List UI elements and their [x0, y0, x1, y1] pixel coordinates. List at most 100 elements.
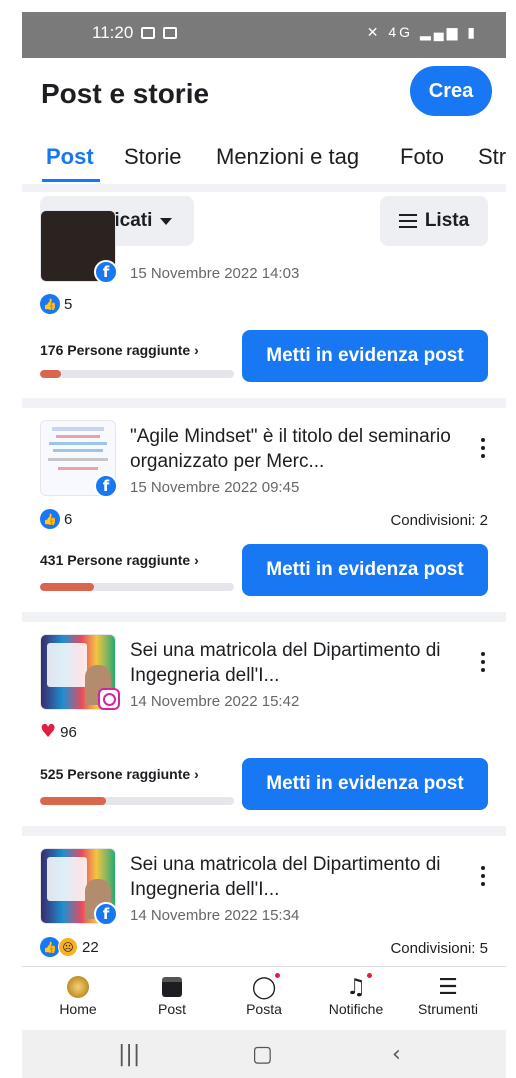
list-icon — [398, 214, 417, 228]
battery-icon: ▮ — [467, 24, 478, 40]
nav-home-label: Home — [59, 1001, 97, 1017]
post-card[interactable]: f "Agile Mindset" è il titolo del semina… — [22, 408, 506, 612]
list-view-button[interactable]: Lista — [380, 196, 488, 246]
boost-post-button[interactable]: Metti in evidenza post — [242, 758, 488, 810]
gallery-notification-icon — [141, 27, 156, 39]
reaction-count: 96 — [60, 723, 77, 741]
page-title: Post e storie — [41, 78, 210, 109]
status-icons: ✕ 4G ▂▄▆ ▮ — [367, 24, 478, 41]
bottom-navigation: Home Post ◯ Posta ♫ Notifiche ☰ Strument… — [22, 966, 506, 1028]
screen: 11:20 ✕ 4G ▂▄▆ ▮ Post e storie Crea Post… — [0, 0, 516, 1078]
chevron-right-icon: › — [194, 552, 199, 568]
reach-label: 176 Persone raggiunte — [40, 342, 191, 358]
back-icon[interactable]: ‹ — [392, 1042, 401, 1067]
home-system-icon[interactable]: ▢ — [252, 1042, 273, 1067]
reactions: ♥ 96 — [40, 723, 77, 741]
list-view-label: Lista — [424, 210, 470, 231]
reach-progress — [40, 583, 234, 591]
network-icon: 4G — [388, 24, 414, 40]
reach-label: 431 Persone raggiunte — [40, 552, 191, 568]
post-date: 15 Novembre 2022 09:45 — [130, 479, 300, 496]
menu-icon: ☰ — [438, 974, 458, 1000]
app-content: Post e storie Crea Post Storie Menzioni … — [22, 58, 506, 1034]
nav-home[interactable]: Home — [38, 973, 118, 1017]
reach-progress — [40, 797, 234, 805]
tab-post[interactable]: Post — [46, 144, 94, 170]
post-title[interactable]: Sei una matricola del Dipartimento di In… — [130, 852, 460, 902]
post-date: 14 Novembre 2022 15:42 — [130, 693, 300, 710]
like-icon: 👍 — [40, 937, 60, 957]
boost-post-button[interactable]: Metti in evidenza post — [242, 544, 488, 596]
chat-bubble-icon: ◯ — [224, 973, 304, 1001]
nav-inbox-label: Posta — [246, 1001, 282, 1017]
nav-notifications[interactable]: ♫ Notifiche — [316, 973, 396, 1017]
like-icon: 👍 — [40, 294, 60, 314]
recent-apps-icon[interactable]: ||| — [118, 1042, 140, 1067]
reactions: 👍 6 — [40, 509, 72, 529]
post-card[interactable]: f Sei una matricola del Dipartimento di … — [22, 836, 506, 976]
facebook-icon: f — [94, 902, 118, 926]
mute-icon: ✕ — [366, 24, 382, 40]
reaction-count: 22 — [82, 938, 99, 956]
divider — [22, 612, 506, 622]
chevron-right-icon: › — [194, 342, 199, 358]
more-options-icon[interactable] — [480, 866, 486, 886]
reach-progress — [40, 370, 234, 378]
bell-icon: ♫ — [316, 973, 396, 1001]
nav-tools-label: Strumenti — [418, 1001, 478, 1017]
nav-inbox[interactable]: ◯ Posta — [224, 973, 304, 1017]
reaction-count: 5 — [64, 295, 73, 313]
post-title[interactable]: "Agile Mindset" è il titolo del seminari… — [130, 424, 460, 474]
facebook-icon: f — [94, 474, 118, 498]
shares-count: Condivisioni: 5 — [390, 940, 488, 957]
reach-link[interactable]: 176 Persone raggiunte › — [40, 342, 199, 358]
header: Post e storie Crea — [22, 58, 506, 134]
check-notification-icon — [163, 27, 178, 39]
reactions: 👍 ☹ 22 — [40, 937, 99, 957]
shares-count: Condivisioni: 2 — [390, 512, 488, 529]
sad-icon: ☹ — [58, 937, 78, 957]
nav-notifications-label: Notifiche — [328, 1001, 384, 1017]
post-title[interactable]: Sei una matricola del Dipartimento di In… — [130, 638, 460, 688]
chevron-right-icon: › — [194, 766, 199, 782]
caret-down-icon — [160, 217, 173, 225]
status-time-group: 11:20 — [92, 23, 178, 43]
tab-stories[interactable]: Storie — [124, 144, 181, 170]
more-options-icon[interactable] — [480, 652, 486, 672]
facebook-icon: f — [94, 260, 118, 284]
nav-post[interactable]: Post — [132, 973, 212, 1017]
status-bar: 11:20 ✕ 4G ▂▄▆ ▮ — [22, 12, 506, 58]
nav-tools[interactable]: ☰ Strumenti — [408, 973, 488, 1018]
post-card[interactable]: f 15 Novembre 2022 14:03 👍 5 176 Persone… — [22, 210, 506, 390]
clock: 11:20 — [92, 23, 134, 42]
reach-progress-fill — [40, 583, 95, 591]
tab-mentions[interactable]: Menzioni e tag — [216, 144, 359, 170]
home-icon — [38, 973, 118, 1001]
create-button[interactable]: Crea — [410, 66, 492, 116]
tab-photos[interactable]: Foto — [400, 144, 444, 170]
boost-post-button[interactable]: Metti in evidenza post — [242, 330, 488, 382]
post-icon — [132, 973, 212, 1001]
more-options-icon[interactable] — [480, 438, 486, 458]
post-date: 14 Novembre 2022 15:34 — [130, 907, 300, 924]
post-card[interactable]: Sei una matricola del Dipartimento di In… — [22, 622, 506, 826]
instagram-icon — [98, 688, 120, 710]
reach-label: 525 Persone raggiunte — [40, 766, 191, 782]
tab-bar: Post Storie Menzioni e tag Foto Str — [22, 134, 506, 184]
signal-icon: ▂▄▆ — [419, 24, 461, 40]
divider — [22, 398, 506, 408]
like-icon: 👍 — [40, 509, 60, 529]
divider — [22, 184, 506, 192]
reach-progress-fill — [40, 797, 106, 805]
reach-link[interactable]: 525 Persone raggiunte › — [40, 766, 199, 782]
reaction-count: 6 — [64, 510, 73, 528]
reach-link[interactable]: 431 Persone raggiunte › — [40, 552, 199, 568]
tab-more[interactable]: Str — [478, 144, 506, 170]
reach-progress-fill — [40, 370, 62, 378]
heart-icon: ♥ — [40, 721, 57, 742]
system-navigation-bar: ||| ▢ ‹ — [22, 1030, 506, 1078]
reactions: 👍 5 — [40, 294, 72, 314]
nav-post-label: Post — [157, 1001, 186, 1017]
tab-underline — [42, 179, 100, 182]
divider — [22, 826, 506, 836]
